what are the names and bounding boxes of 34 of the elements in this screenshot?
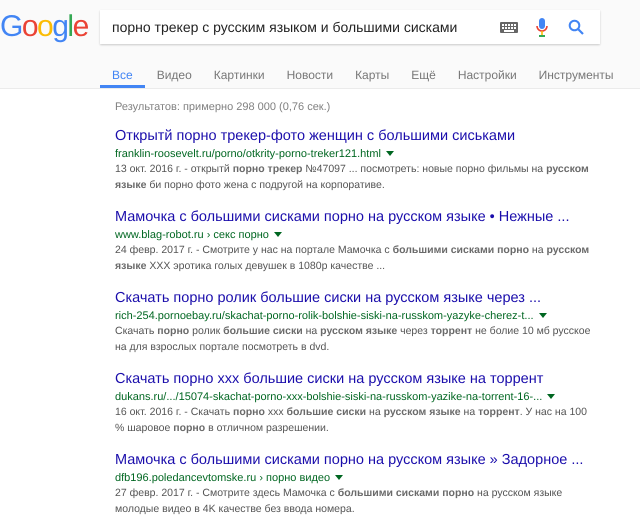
result-url[interactable]: dfb196.poledancevtomske.ru › порно видео <box>115 472 330 484</box>
search-icon[interactable] <box>568 19 584 35</box>
result-url[interactable]: dukans.ru/.../15074-skachat-porno-xxx-bolshie-siski-na-russkom-yazike-na-torrent-16-... <box>115 390 542 402</box>
caret-icon[interactable] <box>335 475 344 480</box>
result-url[interactable]: rich-254.pornoebay.ru/skachat-porno-rolik-bolshie-siski-na-russkom-yazyke-cherez-t... <box>115 310 534 322</box>
keyboard-icon[interactable] <box>500 22 518 32</box>
result-title-link[interactable]: Мамочка с большими сисками порно на русском языке • Нежные ... <box>115 207 595 227</box>
search-tab[interactable]: Новости <box>286 55 334 88</box>
caret-icon[interactable] <box>538 313 547 318</box>
search-tab[interactable]: Видео <box>156 55 192 88</box>
result-title-link[interactable]: Скачать порно xxx большие сиски на русском языке на торрент <box>115 369 595 389</box>
search-tab[interactable]: Карты <box>355 55 390 88</box>
result-url[interactable]: franklin-roosevelt.ru/porno/otkrity-porno-treker121.html <box>115 148 381 160</box>
search-field[interactable]: порно трекер с русским языком и большими сисками <box>112 19 492 35</box>
result-snippet: 16 окт. 2016 г. - Скачать порно xxx большие сиски на русском языке на торрент. У нас на 100 % шаровое порно в отличном разрешении. <box>115 405 588 436</box>
search-bar[interactable]: порно трекер с русским языком и большими сисками <box>100 10 600 44</box>
result-url[interactable]: www.blag-robot.ru › секс порно <box>115 228 269 240</box>
caret-icon[interactable] <box>386 151 394 156</box>
search-tab[interactable]: Картинки <box>214 55 265 88</box>
result-stats: Результатов: примерно 298 000 (0,76 сек.) <box>115 101 332 113</box>
caret-icon[interactable] <box>547 394 556 399</box>
result-snippet: 24 февр. 2017 г. - Смотрите у нас на портале Мамочка с большими сисками порно на русском языке XXX эротика голых девушек в 1080p качестве ... <box>115 243 590 274</box>
search-tab[interactable]: Инструменты <box>538 55 614 88</box>
result-snippet: Скачать порно ролик большие сиски на русском языке через торрент не болие 10 мб русское на для взрослых портале посмотреть в dvd. <box>115 324 592 355</box>
result-snippet: 27 февр. 2017 г. - Смотрите здесь Мамочка с большими сисками порно на русском языке молодые видео в 4K качестве без ввода номера. <box>115 486 564 517</box>
logo[interactable]: Google <box>0 10 97 44</box>
result-title-link[interactable]: Открытй порно трекер-фото женщин с большими сиськами <box>115 126 595 146</box>
search-tab[interactable]: Ещё <box>411 55 436 88</box>
microphone-icon[interactable] <box>536 18 548 36</box>
result-title-link[interactable]: Мамочка с большими сисками порно на русском языке » Задорное ... <box>115 450 595 470</box>
search-tab[interactable]: Настройки <box>458 55 517 88</box>
result-snippet: 13 окт. 2016 г. - открытй порно трекер №47097 ... посмотреть: новые порно фильмы на русском языке би порно фото жена с подругой на корпоративе. <box>115 162 590 193</box>
result-title-link[interactable]: Скачать порно ролик большие сиски на русском языке через ... <box>115 288 595 308</box>
caret-icon[interactable] <box>274 232 282 237</box>
